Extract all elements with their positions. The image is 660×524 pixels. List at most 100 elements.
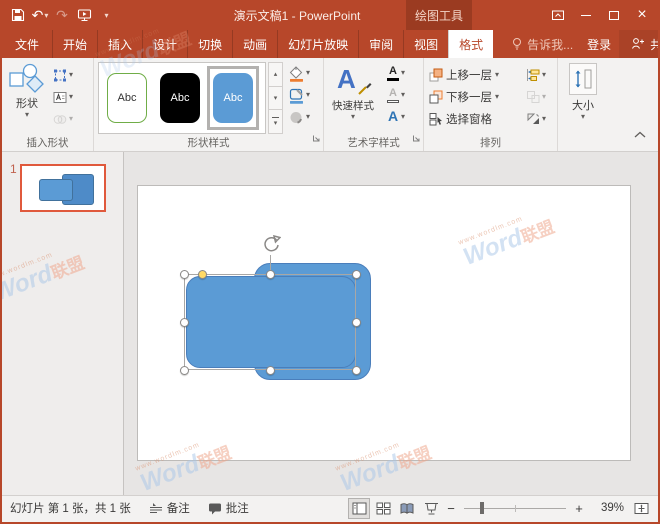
tab-animations[interactable]: 动画 — [232, 30, 277, 58]
zoom-slider-thumb[interactable] — [480, 502, 484, 514]
resize-handle-bottom-right[interactable] — [352, 366, 361, 375]
zoom-out-button[interactable]: − — [444, 501, 458, 516]
size-button[interactable]: 大小 ▾ — [563, 63, 603, 121]
shape-outline-button[interactable]: ▾ — [288, 84, 310, 106]
bring-forward-button[interactable]: 上移一层 ▾ — [429, 64, 499, 85]
shape-outline-icon — [288, 87, 305, 104]
quick-styles-button[interactable]: A 快速样式 ▾ — [328, 62, 378, 121]
ribbon-display-options-button[interactable] — [544, 0, 572, 30]
normal-view-button[interactable] — [348, 498, 370, 519]
resize-handle-top-left[interactable] — [180, 270, 189, 279]
rotation-handle[interactable] — [261, 235, 281, 255]
text-outline-button[interactable]: A ▾ — [386, 84, 405, 106]
align-icon — [526, 68, 541, 82]
gallery-more-button[interactable]: ▾ — [268, 110, 283, 134]
comments-toggle-button[interactable]: 批注 — [208, 500, 249, 516]
gallery-scroll-up-button[interactable]: ▴ — [268, 62, 283, 87]
share-person-icon — [631, 37, 645, 51]
resize-handle-middle-left[interactable] — [180, 318, 189, 327]
notes-toggle-button[interactable]: 备注 — [149, 500, 190, 516]
slide-sorter-view-button[interactable] — [372, 498, 394, 519]
resize-handle-top-middle[interactable] — [266, 270, 275, 279]
text-effects-button[interactable]: A ▾ — [386, 106, 405, 128]
tab-home[interactable]: 开始 — [52, 30, 97, 58]
merge-shapes-button[interactable]: ▾ — [52, 108, 73, 130]
tab-view[interactable]: 视图 — [403, 30, 448, 58]
shape-fill-icon — [288, 65, 305, 82]
slide-1-thumbnail[interactable] — [20, 164, 106, 212]
shape-style-option-3-selected[interactable]: Abc — [207, 66, 259, 130]
gallery-more-icon — [272, 117, 279, 118]
zoom-in-button[interactable]: + — [572, 501, 586, 516]
shape-effects-button[interactable]: ▾ — [288, 106, 310, 128]
edit-shape-button[interactable]: ▾ — [52, 64, 73, 86]
shape-effects-caret-icon: ▾ — [306, 113, 310, 121]
zoom-slider[interactable] — [464, 501, 566, 515]
redo-button[interactable]: ↷ — [52, 2, 72, 28]
resize-handle-middle-right[interactable] — [352, 318, 361, 327]
close-button[interactable]: × — [628, 0, 656, 30]
tab-review[interactable]: 审阅 — [358, 30, 403, 58]
text-effects-caret-icon: ▾ — [401, 113, 405, 121]
shape-fill-button[interactable]: ▾ — [288, 62, 310, 84]
adjust-handle-yellow[interactable] — [198, 270, 207, 279]
tab-insert[interactable]: 插入 — [97, 30, 142, 58]
shape-style-option-2[interactable]: Abc — [154, 66, 206, 130]
align-button[interactable]: ▾ — [526, 64, 546, 85]
tell-me-button[interactable]: 告诉我... — [505, 36, 579, 53]
group-objects-icon — [526, 90, 541, 104]
resize-handle-bottom-left[interactable] — [180, 366, 189, 375]
ribbon-format: 形状 ▾ ▾ ▾ ▾ 插入形状 — [2, 58, 658, 152]
slide-editing-area[interactable] — [137, 185, 631, 461]
resize-handle-top-right[interactable] — [352, 270, 361, 279]
text-fill-button[interactable]: A ▾ — [386, 62, 405, 84]
shape-effects-icon — [288, 109, 305, 126]
notes-icon — [149, 502, 163, 514]
window-title: 演示文稿1 - PowerPoint — [202, 0, 392, 30]
group-objects-button[interactable]: ▾ — [526, 86, 546, 107]
tab-slideshow[interactable]: 幻灯片放映 — [277, 30, 358, 58]
size-icon — [569, 63, 597, 95]
group-shape-styles: Abc Abc Abc ▴ ▾ ▾ ▾ — [94, 58, 324, 151]
slide-counter: 幻灯片 第 1 张，共 1 张 — [10, 500, 131, 516]
bring-forward-caret-icon: ▾ — [495, 71, 499, 79]
zoom-level[interactable]: 39% — [592, 502, 624, 514]
window-controls: × — [544, 0, 656, 30]
title-bar: ↶▾ ↷ ▾ 演示文稿1 - PowerPoint 绘图工具 × — [2, 0, 658, 30]
tab-design[interactable]: 设计 — [142, 30, 187, 58]
edit-shape-icon — [52, 68, 68, 83]
shape-style-option-1[interactable]: Abc — [101, 66, 153, 130]
tab-transitions[interactable]: 切换 — [187, 30, 232, 58]
resize-handle-bottom-middle[interactable] — [266, 366, 275, 375]
text-box-button[interactable]: ▾ — [52, 86, 73, 108]
start-slideshow-button[interactable] — [74, 2, 94, 28]
merge-shapes-caret-icon: ▾ — [69, 115, 73, 123]
share-button[interactable]: 共享 — [619, 30, 660, 58]
send-backward-caret-icon: ▾ — [495, 93, 499, 101]
tab-format[interactable]: 格式 — [448, 30, 493, 58]
selection-pane-button[interactable]: 选择窗格 — [429, 108, 499, 129]
undo-button[interactable]: ↶▾ — [30, 2, 50, 28]
fit-to-window-button[interactable] — [630, 498, 652, 519]
slide-number: 1 — [10, 162, 17, 176]
shape-style-gallery: Abc Abc Abc — [98, 62, 266, 134]
shapes-button[interactable]: 形状 ▾ — [6, 63, 48, 119]
save-button[interactable] — [8, 2, 28, 28]
powerpoint-window: ↶▾ ↷ ▾ 演示文稿1 - PowerPoint 绘图工具 × 文件 开始 — [0, 0, 660, 524]
shape-outline-caret-icon: ▾ — [306, 91, 310, 99]
reading-view-icon — [399, 502, 415, 515]
collapse-ribbon-button[interactable] — [634, 125, 646, 143]
gallery-scroll-down-button[interactable]: ▾ — [268, 87, 283, 111]
edit-shape-caret-icon: ▾ — [69, 71, 73, 79]
slideshow-view-button[interactable] — [420, 498, 442, 519]
customize-qat-button[interactable]: ▾ — [96, 2, 116, 28]
sign-in-button[interactable]: 登录 — [579, 36, 619, 53]
tab-file[interactable]: 文件 — [2, 30, 52, 58]
rotate-button[interactable]: ▾ — [526, 108, 546, 129]
merge-shapes-icon — [52, 112, 68, 127]
lightbulb-icon — [511, 37, 523, 51]
send-backward-button[interactable]: 下移一层 ▾ — [429, 86, 499, 107]
reading-view-button[interactable] — [396, 498, 418, 519]
minimize-button[interactable] — [572, 0, 600, 30]
maximize-button[interactable] — [600, 0, 628, 30]
